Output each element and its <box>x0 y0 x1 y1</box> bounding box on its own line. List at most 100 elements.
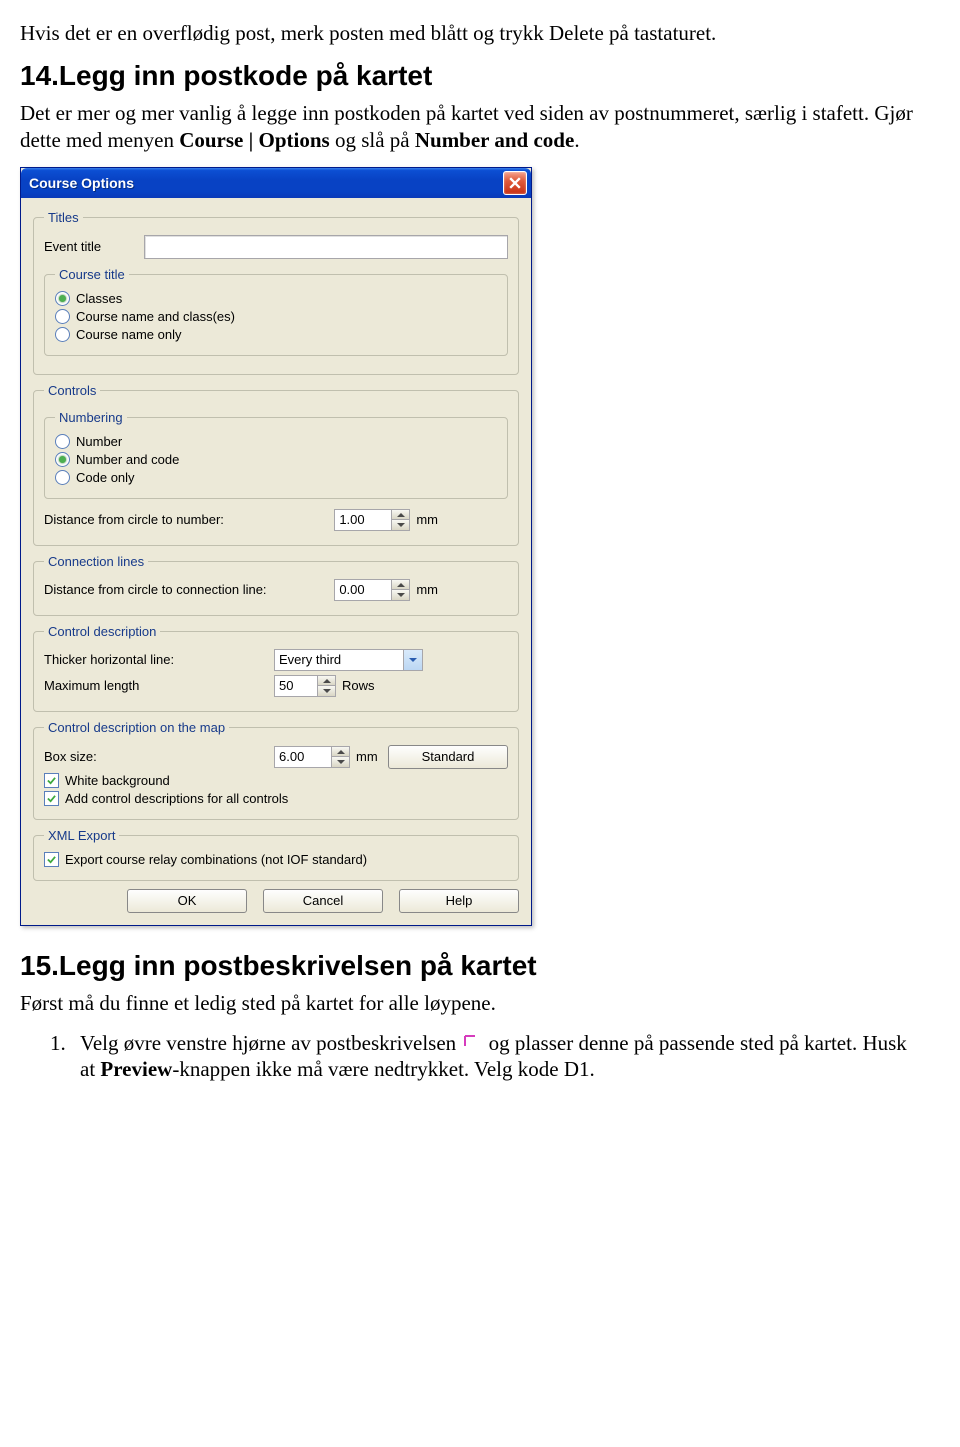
close-button[interactable] <box>503 171 527 195</box>
checkbox-white-bg[interactable]: White background <box>44 773 508 788</box>
input-dist-circle-conn[interactable] <box>334 579 391 601</box>
dialog-body: Titles Event title Course title Classes … <box>21 198 531 925</box>
legend-titles: Titles <box>44 210 83 225</box>
chevron-down-icon <box>337 760 345 764</box>
titlebar-text: Course Options <box>29 175 134 191</box>
chevron-down-icon <box>397 593 405 597</box>
label-event-title: Event title <box>44 239 144 254</box>
label-thicker-line: Thicker horizontal line: <box>44 652 274 667</box>
checkbox-add-all-label: Add control descriptions for all control… <box>65 791 288 806</box>
radio-dot-icon <box>59 456 66 463</box>
checkbox-xml-relay[interactable]: Export course relay combinations (not IO… <box>44 852 508 867</box>
spinner-max-length[interactable] <box>274 675 336 697</box>
heading-15: 15.Legg inn postbeskrivelsen på kartet <box>20 950 920 982</box>
legend-numbering: Numbering <box>55 410 127 425</box>
checkbox-add-all[interactable]: Add control descriptions for all control… <box>44 791 508 806</box>
ok-button[interactable]: OK <box>127 889 247 913</box>
radio-code-only[interactable]: Code only <box>55 470 497 485</box>
spin-up[interactable] <box>392 580 409 590</box>
radio-classes[interactable]: Classes <box>55 291 497 306</box>
group-titles: Titles Event title Course title Classes … <box>33 210 519 375</box>
spin-down[interactable] <box>392 519 409 530</box>
chevron-up-icon <box>323 679 331 683</box>
legend-desc-on-map: Control description on the map <box>44 720 229 735</box>
standard-button[interactable]: Standard <box>388 745 508 769</box>
group-control-description: Control description Thicker horizontal l… <box>33 624 519 712</box>
paragraph-14: Det er mer og mer vanlig å legge inn pos… <box>20 100 920 153</box>
label-dist-circle-number: Distance from circle to number: <box>44 512 224 527</box>
spin-up[interactable] <box>332 747 349 757</box>
chevron-down-icon <box>397 523 405 527</box>
p14-text-c: og slå på <box>330 128 415 152</box>
group-desc-on-map: Control description on the map Box size:… <box>33 720 519 820</box>
spin-down[interactable] <box>318 685 335 696</box>
unit-mm: mm <box>356 749 378 764</box>
unit-mm: mm <box>416 512 438 527</box>
group-controls: Controls Numbering Number Number and cod… <box>33 383 519 546</box>
input-max-length[interactable] <box>274 675 317 697</box>
input-event-title[interactable] <box>144 235 508 259</box>
legend-control-description: Control description <box>44 624 160 639</box>
dialog-button-row: OK Cancel Help <box>33 889 519 913</box>
chevron-up-icon <box>397 513 405 517</box>
corner-icon <box>463 1032 481 1050</box>
chevron-up-icon <box>397 583 405 587</box>
spinner-dist-circle-number[interactable] <box>334 509 410 531</box>
paragraph-15: Først må du finne et ledig sted på karte… <box>20 990 920 1016</box>
group-xml-export: XML Export Export course relay combinati… <box>33 828 519 881</box>
spin-up[interactable] <box>318 676 335 686</box>
radio-course-name-only-label: Course name only <box>76 327 182 342</box>
radio-course-name-classes[interactable]: Course name and class(es) <box>55 309 497 324</box>
help-button[interactable]: Help <box>399 889 519 913</box>
list1-text-d: -knappen ikke må være nedtrykket. Velg k… <box>172 1057 594 1081</box>
list-item-1: 1. Velg øvre venstre hjørne av postbeskr… <box>50 1030 920 1083</box>
spin-down[interactable] <box>332 756 349 767</box>
input-box-size[interactable] <box>274 746 331 768</box>
radio-course-name-only[interactable]: Course name only <box>55 327 497 342</box>
label-max-length: Maximum length <box>44 678 274 693</box>
close-icon <box>509 177 521 189</box>
radio-course-name-classes-label: Course name and class(es) <box>76 309 235 324</box>
spin-down[interactable] <box>392 589 409 600</box>
list1-text-a: Velg øvre venstre hjørne av postbeskrive… <box>80 1031 461 1055</box>
check-icon <box>47 855 56 864</box>
titlebar: Course Options <box>21 168 531 198</box>
p14-bold-2: Number and code <box>415 128 574 152</box>
chevron-down-icon <box>409 658 417 662</box>
label-dist-circle-conn: Distance from circle to connection line: <box>44 582 267 597</box>
combo-dropdown-button[interactable] <box>403 649 423 671</box>
checkbox-white-bg-label: White background <box>65 773 170 788</box>
input-dist-circle-number[interactable] <box>334 509 391 531</box>
cancel-button[interactable]: Cancel <box>263 889 383 913</box>
legend-connection-lines: Connection lines <box>44 554 148 569</box>
p14-text-e: . <box>574 128 579 152</box>
chevron-down-icon <box>323 689 331 693</box>
spin-up[interactable] <box>392 510 409 520</box>
radio-dot-icon <box>59 295 66 302</box>
check-icon <box>47 776 56 785</box>
checkbox-xml-relay-label: Export course relay combinations (not IO… <box>65 852 367 867</box>
combo-thicker-line[interactable]: Every third <box>274 649 423 671</box>
radio-number-label: Number <box>76 434 122 449</box>
unit-rows: Rows <box>342 678 375 693</box>
radio-number-code[interactable]: Number and code <box>55 452 497 467</box>
combo-thicker-value: Every third <box>274 649 403 671</box>
legend-controls: Controls <box>44 383 100 398</box>
list-number: 1. <box>50 1030 80 1083</box>
p14-bold-1: Course | Options <box>179 128 329 152</box>
heading-14: 14.Legg inn postkode på kartet <box>20 60 920 92</box>
chevron-up-icon <box>337 750 345 754</box>
spinner-dist-circle-conn[interactable] <box>334 579 410 601</box>
group-course-title: Course title Classes Course name and cla… <box>44 267 508 356</box>
legend-course-title: Course title <box>55 267 129 282</box>
spinner-box-size[interactable] <box>274 746 350 768</box>
group-connection-lines: Connection lines Distance from circle to… <box>33 554 519 616</box>
intro-paragraph: Hvis det er en overflødig post, merk pos… <box>20 20 920 46</box>
unit-mm: mm <box>416 582 438 597</box>
check-icon <box>47 794 56 803</box>
legend-xml-export: XML Export <box>44 828 119 843</box>
list1-bold: Preview <box>100 1057 172 1081</box>
radio-number-code-label: Number and code <box>76 452 179 467</box>
label-box-size: Box size: <box>44 749 274 764</box>
radio-number[interactable]: Number <box>55 434 497 449</box>
